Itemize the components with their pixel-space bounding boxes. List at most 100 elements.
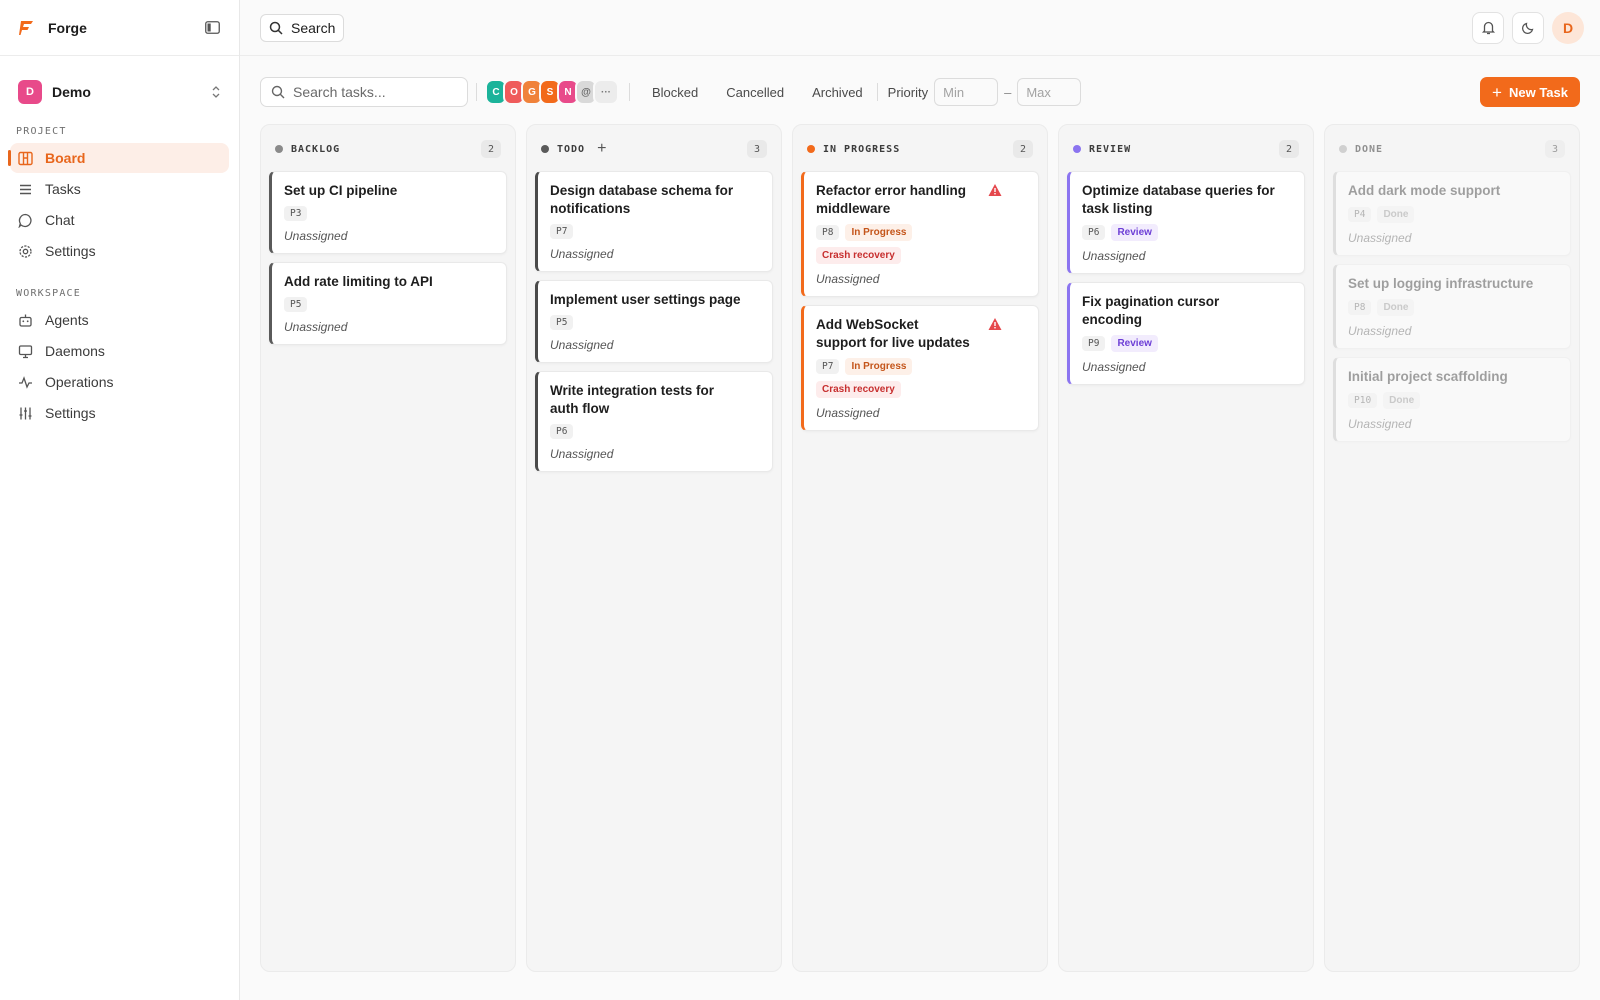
sidebar: Forge D Demo PROJECT Board Tasks Chat Se…: [0, 0, 240, 1000]
task-title: Implement user settings page: [550, 292, 741, 307]
warning-icon: [988, 183, 1002, 197]
board-column: REVIEW 2 Optimize database queries for tas…: [1058, 124, 1314, 972]
task-card[interactable]: Optimize database queries for task listi…: [1067, 171, 1305, 274]
task-card[interactable]: Implement user settings page P5 Unassigned: [535, 280, 773, 363]
chat-icon: [18, 213, 32, 228]
task-card[interactable]: Initial project scaffolding P10 Done Unassi…: [1333, 357, 1571, 442]
card-header: Add rate limiting to API: [284, 273, 494, 291]
priority-badge: P5: [550, 315, 574, 330]
task-card[interactable]: Refactor error handling middleware P8 In P…: [801, 171, 1039, 297]
robot-icon: [19, 314, 32, 327]
column-title: TODO: [557, 143, 586, 155]
notifications-button[interactable]: [1472, 11, 1504, 44]
task-tags: P8 Done: [1348, 299, 1558, 316]
task-assignee: Unassigned: [816, 406, 880, 420]
task-tags: P3: [284, 206, 494, 221]
sidebar-item-board[interactable]: Board: [8, 143, 229, 173]
crash-recovery-badge: Crash recovery: [816, 247, 901, 264]
card-header: Set up logging infrastructure: [1348, 275, 1558, 293]
global-search-button[interactable]: Search: [260, 13, 345, 42]
sidebar-item-workspace-settings[interactable]: Settings: [10, 398, 229, 428]
task-tags: P6 Review: [1082, 224, 1292, 241]
task-search-input[interactable]: [293, 84, 453, 100]
sidebar-toggle-icon[interactable]: [203, 19, 221, 37]
chevron-updown-icon: [212, 86, 220, 98]
archived-filter[interactable]: Archived: [798, 85, 877, 100]
sidebar-item-tasks[interactable]: Tasks: [10, 174, 229, 204]
task-title: Add rate limiting to API: [284, 274, 433, 289]
new-task-button[interactable]: + New Task: [1480, 77, 1580, 107]
priority-max-input[interactable]: [1017, 78, 1082, 106]
task-assignee: Unassigned: [1348, 324, 1412, 338]
task-title: Add WebSocket support for live updates: [816, 317, 970, 350]
task-card[interactable]: Add rate limiting to API P5 Unassigned: [269, 262, 507, 345]
task-card[interactable]: Set up logging infrastructure P8 Done Unass…: [1333, 264, 1571, 349]
sidebar-item-label: Daemons: [45, 343, 105, 359]
task-assignee: Unassigned: [550, 338, 614, 352]
column-count: 2: [481, 140, 501, 158]
task-title: Optimize database queries for task listi…: [1082, 183, 1275, 216]
task-assignee: Unassigned: [1082, 249, 1146, 263]
task-card[interactable]: Add WebSocket support for live updates P7…: [801, 305, 1039, 431]
task-card[interactable]: Write integration tests for auth flow P6 U…: [535, 371, 773, 472]
column-title: IN PROGRESS: [823, 143, 901, 155]
task-assignee: Unassigned: [1348, 417, 1412, 431]
status-badge: Review: [1111, 335, 1158, 352]
sidebar-item-agents[interactable]: Agents: [10, 305, 229, 335]
priority-min-input[interactable]: [934, 78, 999, 106]
task-tags: P7 In Progress: [816, 358, 1026, 375]
status-dot: [807, 145, 815, 153]
task-flags: Crash recovery: [816, 381, 1026, 398]
card-header: Add WebSocket support for live updates: [816, 316, 1026, 352]
task-card[interactable]: Fix pagination cursor encoding P9 Review Un…: [1067, 282, 1305, 385]
moon-icon: [1521, 22, 1533, 35]
add-task-icon[interactable]: +: [597, 140, 606, 158]
task-assignee: Unassigned: [1348, 231, 1412, 245]
column-count: 3: [747, 140, 767, 158]
assignee-filter-avatars: C O G S N @ ···: [485, 79, 619, 105]
sidebar-item-chat[interactable]: Chat: [10, 205, 229, 235]
priority-badge: P6: [550, 424, 574, 439]
priority-badge: P4: [1348, 207, 1372, 222]
column-count: 2: [1013, 140, 1033, 158]
column-header: BACKLOG 2: [269, 133, 507, 165]
priority-badge: P10: [1348, 393, 1378, 408]
status-badge: In Progress: [845, 224, 913, 241]
priority-label: Priority: [887, 84, 929, 100]
priority-badge: P8: [1348, 300, 1372, 315]
theme-toggle-button[interactable]: [1512, 11, 1544, 44]
cancelled-filter[interactable]: Cancelled: [712, 85, 798, 100]
user-avatar[interactable]: D: [1552, 11, 1584, 44]
task-assignee: Unassigned: [284, 320, 348, 334]
task-title: Initial project scaffolding: [1348, 369, 1508, 384]
board-column: IN PROGRESS 2 Refactor error handling midd…: [792, 124, 1048, 972]
project-selector[interactable]: D Demo: [16, 76, 223, 108]
task-search-box[interactable]: [260, 77, 468, 107]
sidebar-item-label: Settings: [45, 243, 96, 259]
sidebar-header: Forge: [0, 0, 239, 56]
sidebar-item-daemons[interactable]: Daemons: [10, 336, 229, 366]
sidebar-item-settings[interactable]: Settings: [10, 236, 229, 266]
task-card[interactable]: Design database schema for notifications…: [535, 171, 773, 272]
board-icon: [18, 151, 33, 165]
task-tags: P8 In Progress: [816, 224, 1026, 241]
status-badge: Done: [1377, 299, 1415, 316]
column-title: BACKLOG: [291, 143, 341, 155]
sidebar-item-operations[interactable]: Operations: [10, 367, 229, 397]
task-tags: P4 Done: [1348, 206, 1558, 223]
crash-recovery-badge: Crash recovery: [816, 381, 901, 398]
search-icon: [269, 21, 283, 35]
project-name: Demo: [52, 84, 91, 100]
status-dot: [275, 145, 283, 153]
more-assignees-button[interactable]: ···: [593, 79, 619, 105]
new-task-label: New Task: [1508, 84, 1568, 100]
blocked-filter[interactable]: Blocked: [638, 85, 712, 100]
priority-badge: P6: [1082, 225, 1106, 240]
task-card[interactable]: Add dark mode support P4 Done Unassigned: [1333, 171, 1571, 256]
task-tags: P7: [550, 224, 760, 239]
card-header: Write integration tests for auth flow: [550, 382, 760, 418]
task-title: Fix pagination cursor encoding: [1082, 294, 1220, 327]
column-header: IN PROGRESS 2: [801, 133, 1039, 165]
task-card[interactable]: Set up CI pipeline P3 Unassigned: [269, 171, 507, 254]
card-header: Design database schema for notifications: [550, 182, 760, 218]
